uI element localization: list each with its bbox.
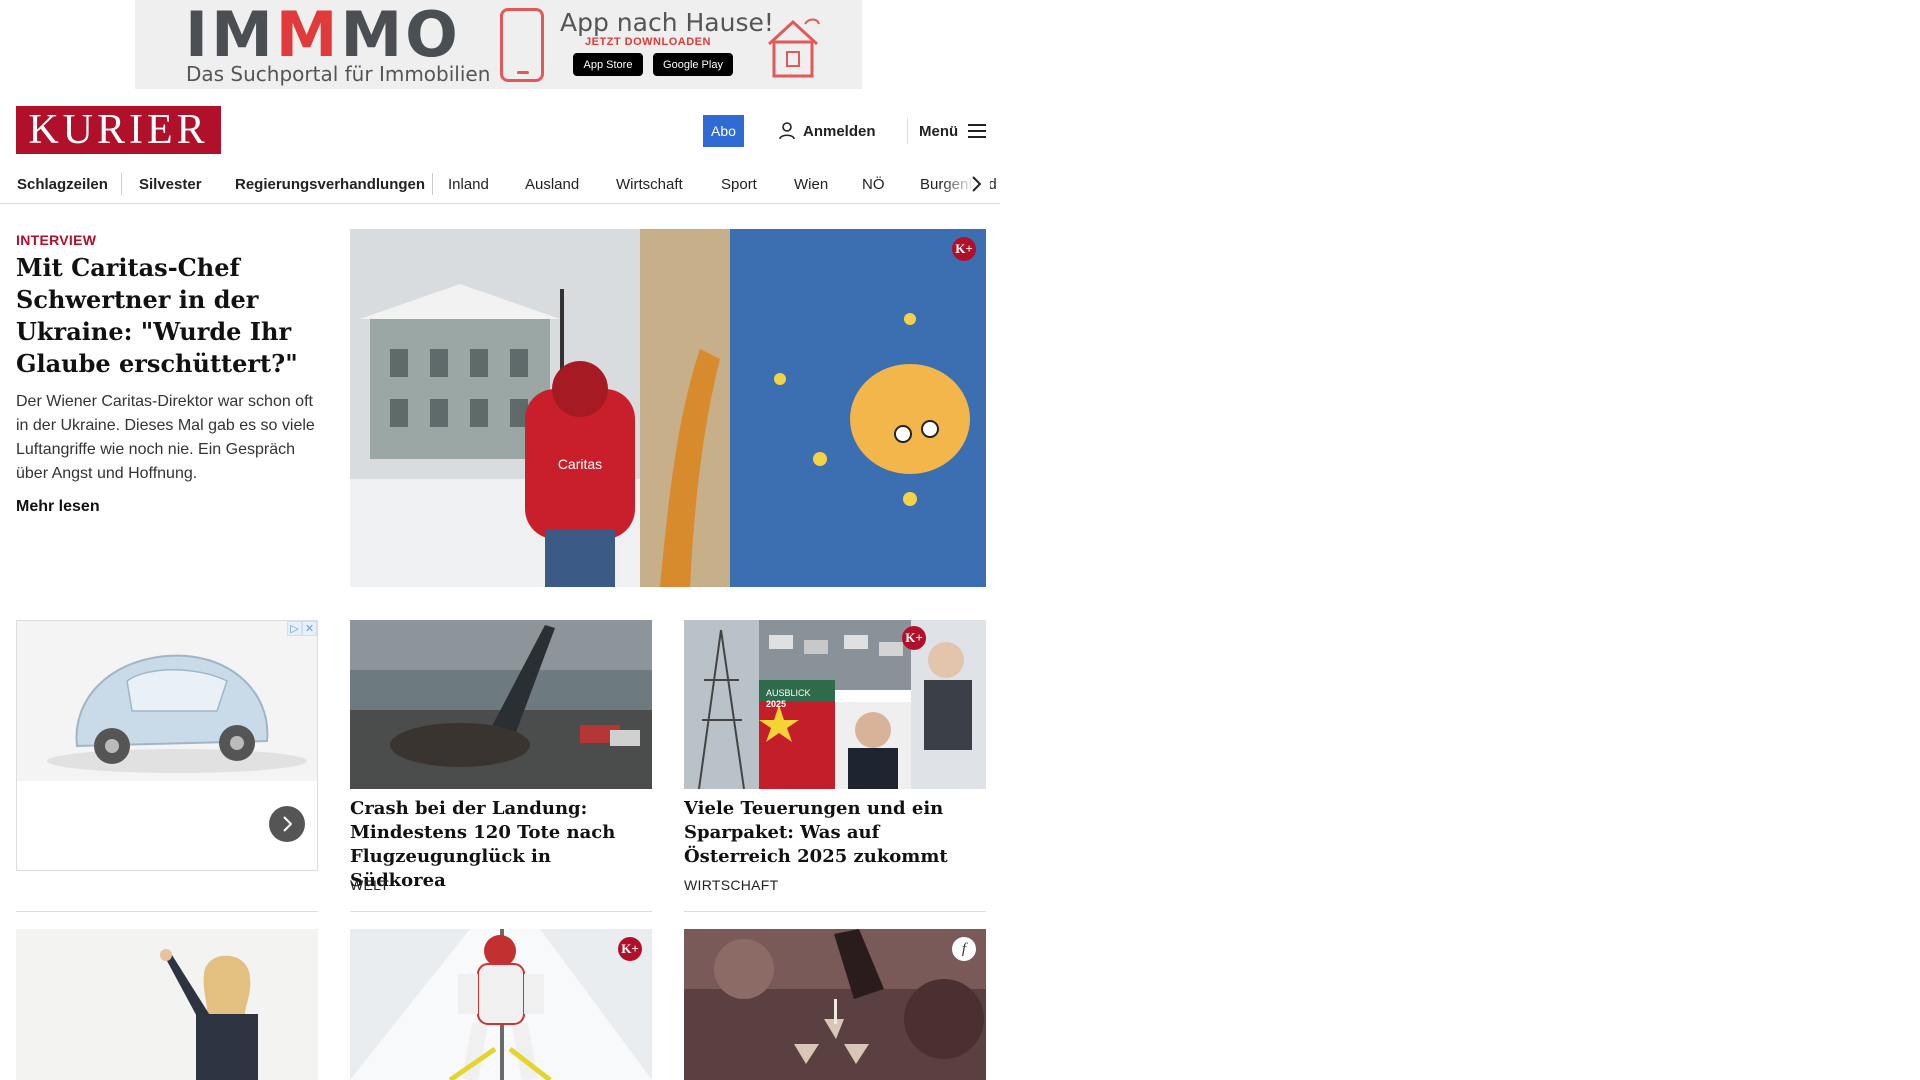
champagne-article-image[interactable]: f <box>684 929 986 1080</box>
economy-collage: AUSBLICK 2025 <box>684 620 986 789</box>
read-more-link[interactable]: Mehr lesen <box>16 498 100 516</box>
nav-item-silvester[interactable]: Silvester <box>139 164 202 203</box>
ad-next-button[interactable] <box>269 806 305 842</box>
banner-headline: App nach Hause! <box>560 8 774 37</box>
abo-button[interactable]: Abo <box>703 115 744 147</box>
collage-label-2: 2025 <box>766 699 786 709</box>
nav-separator <box>121 173 122 195</box>
ski-article-image[interactable]: K+ <box>350 929 652 1080</box>
card-category[interactable]: WIRTSCHAFT <box>684 877 779 893</box>
login-label: Anmelden <box>803 122 876 140</box>
lead-headline[interactable]: Mit Caritas-Chef Schwertner in der Ukrai… <box>16 252 316 380</box>
nav-item-inland[interactable]: Inland <box>448 164 489 203</box>
crash-illustration <box>350 620 652 789</box>
collage-label-1: AUSBLICK <box>766 688 811 698</box>
portrait-article-image[interactable] <box>16 929 318 1080</box>
champagne-illustration <box>684 929 986 1080</box>
premium-badge: K+ <box>618 937 642 961</box>
nav-item-noe[interactable]: NÖ <box>862 164 885 203</box>
premium-badge: K+ <box>902 626 926 650</box>
card-divider <box>16 911 318 912</box>
lead-teaser: Der Wiener Caritas-Direktor war schon of… <box>16 393 315 482</box>
banner-cta: JETZT DOWNLOADEN <box>585 36 711 48</box>
hamburger-icon <box>968 124 987 138</box>
banner-tagline: Das Suchportal für Immobilien <box>186 62 491 86</box>
phone-icon <box>500 8 544 82</box>
sponsored-ad[interactable]: ▷ ✕ <box>16 620 318 871</box>
app-store-badge[interactable]: App Store <box>573 53 643 76</box>
page: IMMMO Das Suchportal für Immobilien App … <box>0 0 1920 1080</box>
google-play-badge[interactable]: Google Play <box>653 53 733 76</box>
login-button[interactable]: Anmelden <box>779 119 876 143</box>
ad-close-icon[interactable]: ✕ <box>302 621 317 636</box>
banner-ad[interactable]: IMMMO Das Suchportal für Immobilien App … <box>135 0 862 89</box>
f-badge: f <box>952 937 976 961</box>
lead-image[interactable]: Caritas K+ <box>350 229 986 587</box>
hero-illustration: Caritas <box>350 229 986 587</box>
menu-label: Menü <box>919 122 959 140</box>
house-icon <box>767 18 820 78</box>
card-headline[interactable]: Viele Teuerungen und ein Sparpa­ket: Was… <box>684 797 986 869</box>
nav-item-schlagzeilen[interactable]: Schlagzeilen <box>17 164 108 203</box>
economy-article-image[interactable]: AUSBLICK 2025 K+ <box>684 620 986 789</box>
card-headline[interactable]: Crash bei der Landung: Mindestens 120 To… <box>350 797 652 893</box>
nav-item-sport[interactable]: Sport <box>721 164 757 203</box>
jacket-label: Caritas <box>558 456 602 472</box>
nav-item-wien[interactable]: Wien <box>794 164 828 203</box>
site-logo[interactable]: KURIER <box>16 106 221 154</box>
chevron-right-icon <box>972 176 981 192</box>
ad-vehicle-image <box>17 621 317 781</box>
category-nav: Schlagzeilen Silvester Regierungsverhand… <box>0 164 1000 204</box>
menu-button[interactable]: Menü <box>919 119 987 143</box>
nav-item-wirtschaft[interactable]: Wirtschaft <box>616 164 683 203</box>
portrait-illustration <box>16 929 318 1080</box>
card-divider <box>350 911 652 912</box>
nav-item-ausland[interactable]: Ausland <box>525 164 579 203</box>
crash-article-image[interactable] <box>350 620 652 789</box>
lead-kicker: INTERVIEW <box>16 232 97 248</box>
banner-brand: IMMMO <box>185 0 461 71</box>
header-divider <box>907 118 908 144</box>
nav-item-regierungsverhandlungen[interactable]: Regierungsverhandlungen <box>235 164 425 203</box>
ski-illustration <box>350 929 652 1080</box>
nav-scroll-right-button[interactable] <box>966 174 986 194</box>
card-category[interactable]: WELT <box>350 877 389 893</box>
chevron-right-icon <box>283 816 292 832</box>
nav-separator <box>432 173 433 195</box>
ad-choices-icon[interactable]: ▷ <box>287 621 302 636</box>
card-divider <box>684 911 986 912</box>
premium-badge: K+ <box>952 237 976 261</box>
ad-flags: ▷ ✕ <box>287 621 317 636</box>
user-icon <box>779 122 795 140</box>
